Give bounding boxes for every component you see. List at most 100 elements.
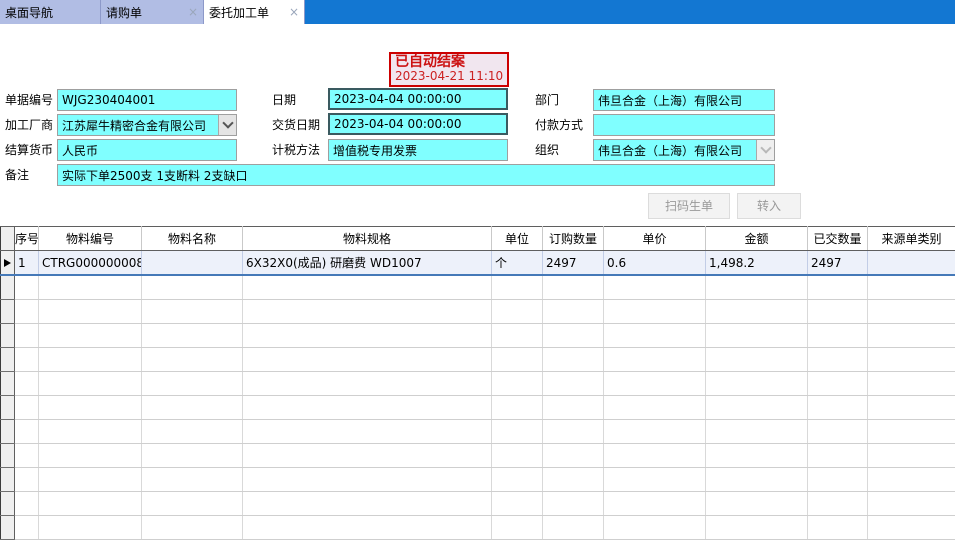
tax-method-field[interactable] [328,139,508,161]
table-cell [543,468,604,492]
column-header-1[interactable]: 序号 [15,227,39,251]
doc-no-field[interactable] [57,89,237,111]
row-selector-cell [1,275,15,300]
table-cell [243,348,492,372]
remark-label: 备注 [5,164,29,186]
column-header-10[interactable]: 来源单类别 [868,227,955,251]
table-cell [604,468,706,492]
table-cell [142,348,243,372]
remark-field[interactable] [57,164,775,186]
table-cell [808,348,868,372]
table-cell[interactable]: 2497 [543,251,604,276]
tab-outsourced-processing-order[interactable]: 委托加工单 × [204,0,305,24]
table-cell [706,444,808,468]
processor-label: 加工厂商 [5,114,53,136]
table-cell [706,300,808,324]
chevron-down-icon[interactable] [218,115,236,135]
date-label: 日期 [272,89,296,111]
row-selector-header [1,227,15,251]
table-cell[interactable]: CTRG000000008 [39,251,142,276]
table-cell [604,516,706,540]
currency-field[interactable] [57,139,237,161]
table-cell [142,492,243,516]
delivery-date-field[interactable] [328,113,508,135]
table-cell [15,275,39,300]
table-cell[interactable]: 1 [15,251,39,276]
column-header-5[interactable]: 单位 [492,227,543,251]
table-cell [808,516,868,540]
department-field[interactable] [593,89,775,111]
table-cell [142,300,243,324]
table-cell [15,444,39,468]
table-cell[interactable]: 个 [492,251,543,276]
column-header-6[interactable]: 订购数量 [543,227,604,251]
table-cell [142,396,243,420]
table-cell[interactable]: 6X32X0(成品) 研磨费 WD1007 [243,251,492,276]
scan-generate-button[interactable]: 扫码生单 [648,193,730,219]
empty-table-row [1,348,955,372]
table-cell [15,348,39,372]
table-cell [492,372,543,396]
table-cell[interactable]: 2497 [808,251,868,276]
table-cell [543,492,604,516]
row-selector-cell[interactable] [1,251,15,276]
table-cell [868,420,955,444]
table-cell [39,324,142,348]
table-cell [604,372,706,396]
table-cell [142,420,243,444]
empty-table-row [1,275,955,300]
table-cell[interactable]: 0.6 [604,251,706,276]
processor-dropdown[interactable]: 江苏犀牛精密合金有限公司 [57,114,237,136]
column-header-2[interactable]: 物料编号 [39,227,142,251]
table-cell [868,300,955,324]
table-cell [243,275,492,300]
close-icon[interactable]: × [182,6,198,18]
table-cell [39,468,142,492]
column-header-9[interactable]: 已交数量 [808,227,868,251]
table-cell [39,275,142,300]
table-cell[interactable] [868,251,955,276]
organization-dropdown[interactable]: 伟旦合金（上海）有限公司 [593,139,775,161]
table-cell [39,516,142,540]
organization-value: 伟旦合金（上海）有限公司 [594,142,756,159]
table-cell [808,444,868,468]
table-cell [142,468,243,492]
table-cell [868,348,955,372]
date-field[interactable] [328,88,508,110]
table-cell [808,372,868,396]
table-cell [543,324,604,348]
table-cell [15,492,39,516]
row-selector-cell [1,300,15,324]
row-selector-cell [1,516,15,540]
table-cell [604,324,706,348]
table-cell [39,492,142,516]
table-cell [492,324,543,348]
column-header-8[interactable]: 金额 [706,227,808,251]
tab-desktop-nav[interactable]: 桌面导航 [0,0,101,24]
table-cell [604,300,706,324]
line-items-table: 序号物料编号物料名称物料规格单位订购数量单价金额已交数量来源单类别 1CTRG0… [0,226,955,540]
transfer-in-button[interactable]: 转入 [737,193,801,219]
table-row[interactable]: 1CTRG0000000086X32X0(成品) 研磨费 WD1007个2497… [1,251,955,276]
table-cell [706,516,808,540]
column-header-4[interactable]: 物料规格 [243,227,492,251]
tab-bar: 桌面导航 请购单 × 委托加工单 × [0,0,955,24]
processor-value: 江苏犀牛精密合金有限公司 [58,117,218,134]
table-cell[interactable]: 1,498.2 [706,251,808,276]
tab-purchase-request[interactable]: 请购单 × [101,0,204,24]
table-cell[interactable] [142,251,243,276]
payment-field[interactable] [593,114,775,136]
close-icon[interactable]: × [283,6,299,18]
tax-method-label: 计税方法 [272,139,320,161]
table-cell [39,300,142,324]
table-cell [15,468,39,492]
column-header-3[interactable]: 物料名称 [142,227,243,251]
tab-label: 请购单 [106,4,142,21]
table-cell [706,372,808,396]
status-stamp: 已自动结案 2023-04-21 11:10 [389,52,509,87]
row-selector-cell [1,420,15,444]
department-label: 部门 [535,89,559,111]
column-header-7[interactable]: 单价 [604,227,706,251]
table-cell [142,372,243,396]
row-selector-cell [1,348,15,372]
